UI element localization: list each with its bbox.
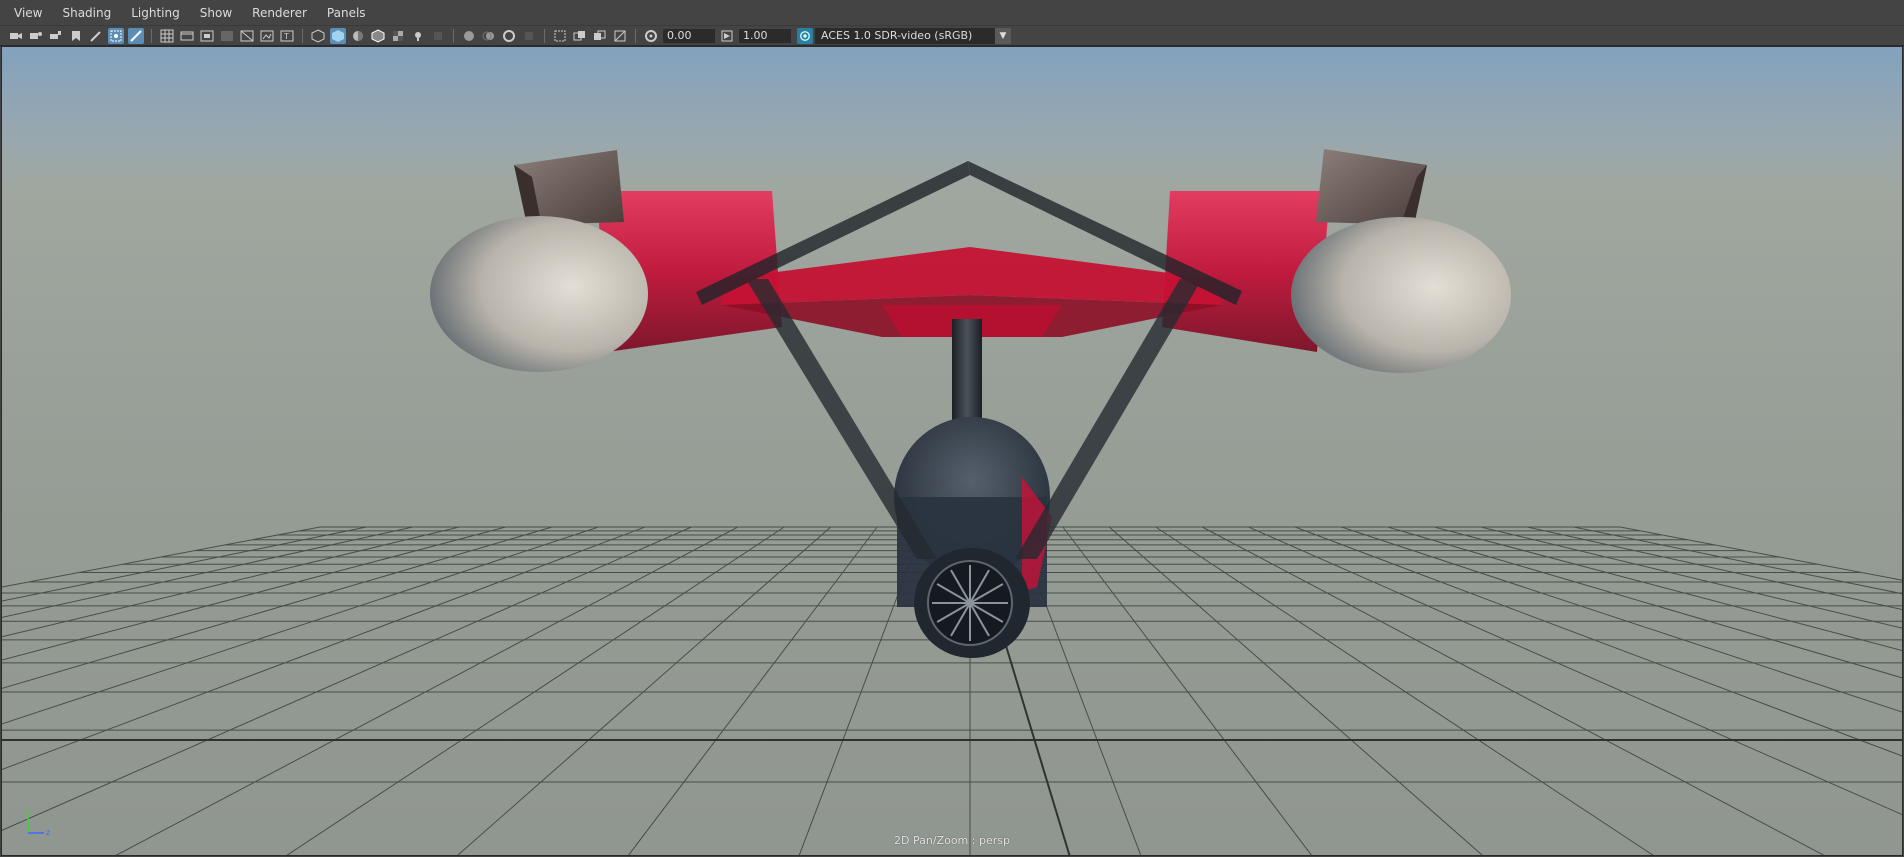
- view-transform-dropdown[interactable]: ACES 1.0 SDR-video (sRGB) ▼: [797, 27, 1011, 44]
- toolbar-divider: [544, 28, 545, 43]
- scene-render: [2, 149, 1902, 855]
- select-camera-icon[interactable]: [8, 28, 24, 44]
- menu-panels[interactable]: Panels: [319, 6, 374, 20]
- smooth-shade-icon[interactable]: [330, 27, 346, 44]
- toolbar-divider: [302, 28, 303, 43]
- toolbar-divider: [453, 28, 454, 43]
- wireframe-icon[interactable]: [310, 28, 326, 44]
- viewport-3d[interactable]: y z 2D Pan/Zoom : persp: [1, 46, 1903, 856]
- grease-pencil-icon[interactable]: [88, 28, 104, 44]
- menu-view[interactable]: View: [6, 6, 50, 20]
- safe-title-icon[interactable]: T: [279, 28, 295, 44]
- image-plane-icon[interactable]: [68, 28, 84, 44]
- view-transform-value[interactable]: ACES 1.0 SDR-video (sRGB): [815, 27, 995, 44]
- safe-action-icon[interactable]: [259, 28, 275, 44]
- exposure-icon[interactable]: [643, 28, 659, 44]
- grease-pencil-draw-icon[interactable]: [128, 27, 144, 44]
- exposure-field[interactable]: 0.00: [663, 28, 715, 43]
- xray-icon[interactable]: [572, 28, 588, 44]
- default-material-icon[interactable]: [350, 28, 366, 44]
- left-nacelle: [430, 150, 782, 372]
- camera-hud-label: 2D Pan/Zoom : persp: [894, 834, 1010, 847]
- axis-label-y: y: [25, 808, 30, 817]
- textured-icon[interactable]: [390, 28, 406, 44]
- panel-toolbar: T 0.00 1.00 ACES 1.0 SDR-video (sRGB) ▼: [0, 26, 1904, 46]
- motion-blur-icon[interactable]: [481, 28, 497, 44]
- use-all-lights-icon[interactable]: [410, 28, 426, 44]
- panel-menu-bar: View Shading Lighting Show Renderer Pane…: [0, 0, 1904, 26]
- 2d-pan-zoom-icon[interactable]: [108, 27, 124, 44]
- gamma-icon[interactable]: [719, 28, 735, 44]
- color-management-icon[interactable]: [797, 27, 813, 44]
- menu-show[interactable]: Show: [192, 6, 240, 20]
- wireframe-on-shaded-icon[interactable]: [370, 28, 386, 44]
- grid-icon[interactable]: [159, 28, 175, 44]
- menu-shading[interactable]: Shading: [54, 6, 119, 20]
- camera-bookmark-icon[interactable]: [48, 28, 64, 44]
- svg-text:T: T: [283, 32, 289, 41]
- resolution-gate-icon[interactable]: [199, 28, 215, 44]
- toolbar-divider: [635, 28, 636, 43]
- film-gate-icon[interactable]: [179, 28, 195, 44]
- xray-active-components-icon[interactable]: [592, 28, 608, 44]
- gate-mask-icon[interactable]: [219, 28, 235, 44]
- deflector-fan: [927, 560, 1013, 646]
- isolate-select-icon[interactable]: [552, 28, 568, 44]
- camera-attributes-icon[interactable]: [28, 28, 44, 44]
- anti-aliasing-icon[interactable]: [501, 28, 517, 44]
- menu-renderer[interactable]: Renderer: [244, 6, 315, 20]
- chevron-down-icon[interactable]: ▼: [995, 27, 1011, 44]
- xray-joints-icon[interactable]: [612, 28, 628, 44]
- right-nacelle: [1162, 149, 1511, 373]
- screen-space-ao-icon[interactable]: [461, 28, 477, 44]
- menu-lighting[interactable]: Lighting: [123, 6, 188, 20]
- gamma-field[interactable]: 1.00: [739, 28, 791, 43]
- toolbar-divider: [151, 28, 152, 43]
- depth-of-field-icon[interactable]: [521, 28, 537, 44]
- field-chart-icon[interactable]: [239, 28, 255, 44]
- shadows-icon[interactable]: [430, 28, 446, 44]
